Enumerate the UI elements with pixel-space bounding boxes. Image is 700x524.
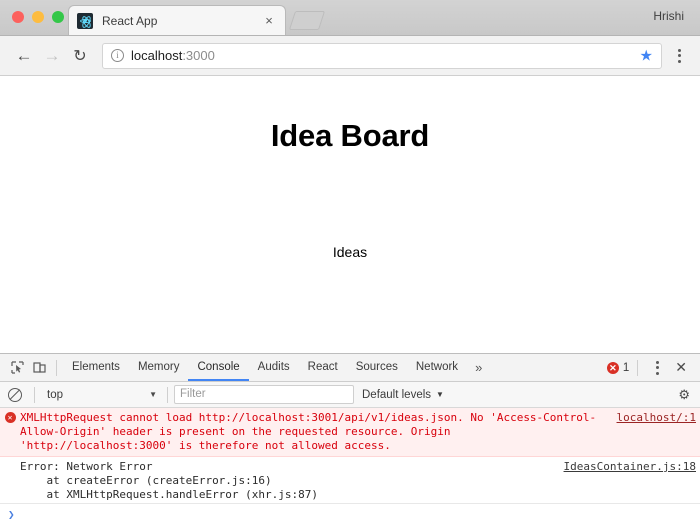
error-mark-glyph: ✕ xyxy=(4,412,16,423)
log-levels-select[interactable]: Default levels ▼ xyxy=(362,389,444,401)
filterbar-divider-1 xyxy=(34,386,35,403)
window-controls xyxy=(12,11,64,23)
devtools-tab-list: Elements Memory Console Audits React Sou… xyxy=(63,354,490,381)
console-message-text: Error: Network Error at createError (cre… xyxy=(20,460,319,501)
tab-sources[interactable]: Sources xyxy=(347,354,407,381)
bookmark-star-icon[interactable]: ★ xyxy=(640,48,653,63)
ideas-section-label: Ideas xyxy=(332,244,368,260)
devtools-toolbar-right: ✕ 1 ✕ xyxy=(606,355,694,381)
console-message-text: XMLHttpRequest cannot load http://localh… xyxy=(20,411,597,452)
console-source-link[interactable]: localhost/:1 xyxy=(611,411,696,424)
toolbar-divider xyxy=(56,359,57,376)
forward-arrow-icon[interactable]: → xyxy=(38,42,66,70)
execution-context-value: top xyxy=(47,388,63,401)
tab-title: React App xyxy=(102,13,158,28)
tab-console[interactable]: Console xyxy=(188,354,249,381)
error-count-value: 1 xyxy=(622,361,630,374)
back-arrow-icon[interactable]: ← xyxy=(10,42,38,70)
console-source-link[interactable]: IdeasContainer.js:18 xyxy=(558,460,696,473)
reload-icon[interactable]: ↻ xyxy=(66,42,94,70)
new-tab-button[interactable] xyxy=(288,11,326,30)
browser-menu-icon[interactable] xyxy=(668,43,690,69)
chevron-down-icon: ▼ xyxy=(149,390,157,399)
console-message-stacktrace[interactable]: Error: Network Error at createError (cre… xyxy=(0,457,700,503)
tab-memory[interactable]: Memory xyxy=(129,354,189,381)
console-message-list: ✕ XMLHttpRequest cannot load http://loca… xyxy=(0,408,700,503)
minimize-window-button[interactable] xyxy=(32,11,44,23)
inspect-element-icon[interactable] xyxy=(6,357,28,379)
filter-input[interactable]: Filter xyxy=(174,385,354,404)
browser-tab-react-app[interactable]: React App × xyxy=(68,5,286,35)
tab-network[interactable]: Network xyxy=(407,354,467,381)
error-mark-icon: ✕ xyxy=(606,361,619,374)
execution-context-select[interactable]: top ▼ xyxy=(41,385,161,404)
devtools-panel: Elements Memory Console Audits React Sou… xyxy=(0,353,700,524)
log-levels-value: Default levels xyxy=(362,388,432,401)
maximize-window-button[interactable] xyxy=(52,11,64,23)
address-bar[interactable]: i localhost:3000 ★ xyxy=(102,42,662,69)
clear-console-icon[interactable] xyxy=(8,387,22,402)
tab-strip: React App × Hrishi xyxy=(0,0,700,36)
close-window-button[interactable] xyxy=(12,11,24,23)
stacktrace-gutter xyxy=(0,460,20,502)
page-title: Idea Board xyxy=(270,118,430,153)
device-toolbar-icon[interactable] xyxy=(28,357,50,379)
browser-window: React App × Hrishi ← → ↻ i localhost:300… xyxy=(0,0,700,524)
gear-icon[interactable]: ⚙ xyxy=(678,387,694,403)
url-text: localhost:3000 xyxy=(131,48,215,63)
chevron-down-icon: ▼ xyxy=(436,390,444,399)
url-host: localhost xyxy=(131,48,183,63)
devtools-menu-icon[interactable] xyxy=(646,355,668,381)
error-count-badge[interactable]: ✕ 1 xyxy=(606,361,630,374)
tab-elements[interactable]: Elements xyxy=(63,354,129,381)
console-input-row[interactable]: ❯ xyxy=(0,503,700,524)
filterbar-divider-2 xyxy=(167,386,168,403)
browser-toolbar: ← → ↻ i localhost:3000 ★ xyxy=(0,36,700,76)
url-port: :3000 xyxy=(182,48,215,63)
console-message-error[interactable]: ✕ XMLHttpRequest cannot load http://loca… xyxy=(0,408,700,457)
profile-name[interactable]: Hrishi xyxy=(653,9,684,23)
more-tabs-icon[interactable]: » xyxy=(467,360,490,375)
page-viewport: Idea Board Ideas xyxy=(0,76,700,353)
tab-audits[interactable]: Audits xyxy=(249,354,299,381)
error-icon: ✕ xyxy=(0,411,20,453)
tab-react[interactable]: React xyxy=(299,354,347,381)
prompt-caret-icon: ❯ xyxy=(8,507,15,521)
close-devtools-icon[interactable]: ✕ xyxy=(670,359,692,376)
console-filter-bar: top ▼ Filter Default levels ▼ ⚙ xyxy=(0,382,700,408)
devtools-tabbar: Elements Memory Console Audits React Sou… xyxy=(0,354,700,382)
react-logo-icon xyxy=(77,12,93,29)
close-icon[interactable]: × xyxy=(261,13,277,29)
site-info-icon[interactable]: i xyxy=(111,49,124,62)
toolbar-divider-right xyxy=(637,359,639,376)
